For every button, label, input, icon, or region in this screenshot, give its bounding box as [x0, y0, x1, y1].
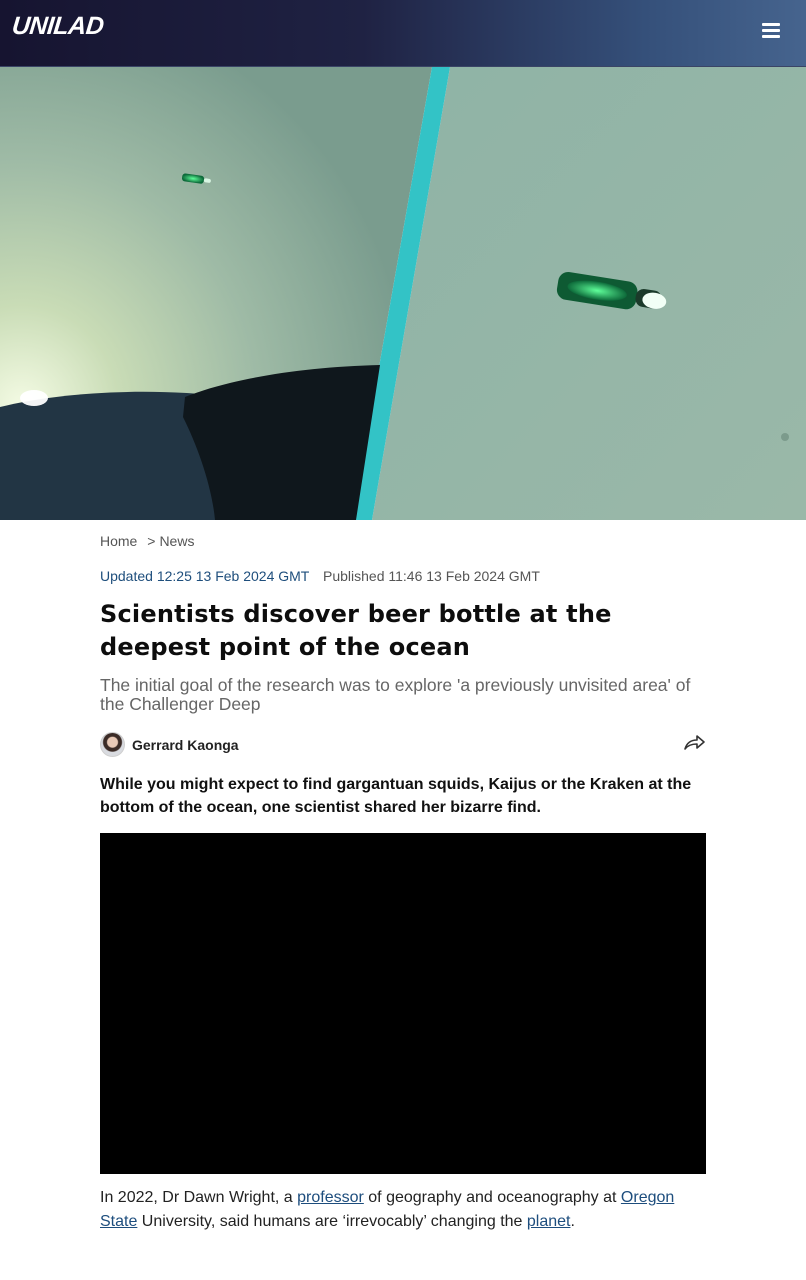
- author-name[interactable]: Gerrard Kaonga: [132, 737, 239, 753]
- video-player[interactable]: [100, 833, 706, 1174]
- breadcrumb-separator: >: [147, 533, 156, 549]
- light-glare: [20, 390, 48, 406]
- breadcrumb-home[interactable]: Home: [100, 533, 137, 549]
- author-row: Gerrard Kaonga: [100, 731, 706, 759]
- article-subtitle: The initial goal of the research was to …: [100, 675, 691, 714]
- article-dates: Updated 12:25 13 Feb 2024 GMT Published …: [100, 568, 540, 584]
- article-lead: While you might expect to find gargantua…: [100, 776, 692, 816]
- article-paragraph: In 2022, Dr Dawn Wright, a professor of …: [100, 1186, 706, 1233]
- menu-bar: [762, 35, 780, 38]
- paragraph-text: In 2022, Dr Dawn Wright, a: [100, 1189, 298, 1206]
- submersible-arm: [183, 365, 380, 520]
- updated-date: Updated 12:25 13 Feb 2024 GMT: [100, 568, 310, 584]
- paragraph-text: University, said humans are ‘irrevocably…: [137, 1212, 527, 1230]
- breadcrumb: Home > News: [100, 533, 194, 549]
- unilad-logo[interactable]: UNILAD: [10, 12, 105, 41]
- paragraph-text: .: [570, 1212, 575, 1230]
- hero-image: [0, 67, 806, 520]
- published-date: Published 11:46 13 Feb 2024 GMT: [323, 568, 540, 584]
- menu-bar: [762, 29, 780, 32]
- planet-link[interactable]: planet: [527, 1213, 571, 1230]
- site-header: UNILAD: [0, 0, 806, 67]
- author-avatar[interactable]: [100, 732, 125, 757]
- hamburger-menu-icon[interactable]: [756, 18, 786, 44]
- menu-bar: [762, 23, 780, 26]
- breadcrumb-news[interactable]: News: [159, 533, 194, 549]
- article-title: Scientists discover beer bottle at the d…: [100, 600, 612, 661]
- share-icon[interactable]: [682, 731, 706, 755]
- professor-link[interactable]: professor: [297, 1189, 364, 1206]
- paragraph-text: of geography and oceanography at: [363, 1189, 621, 1206]
